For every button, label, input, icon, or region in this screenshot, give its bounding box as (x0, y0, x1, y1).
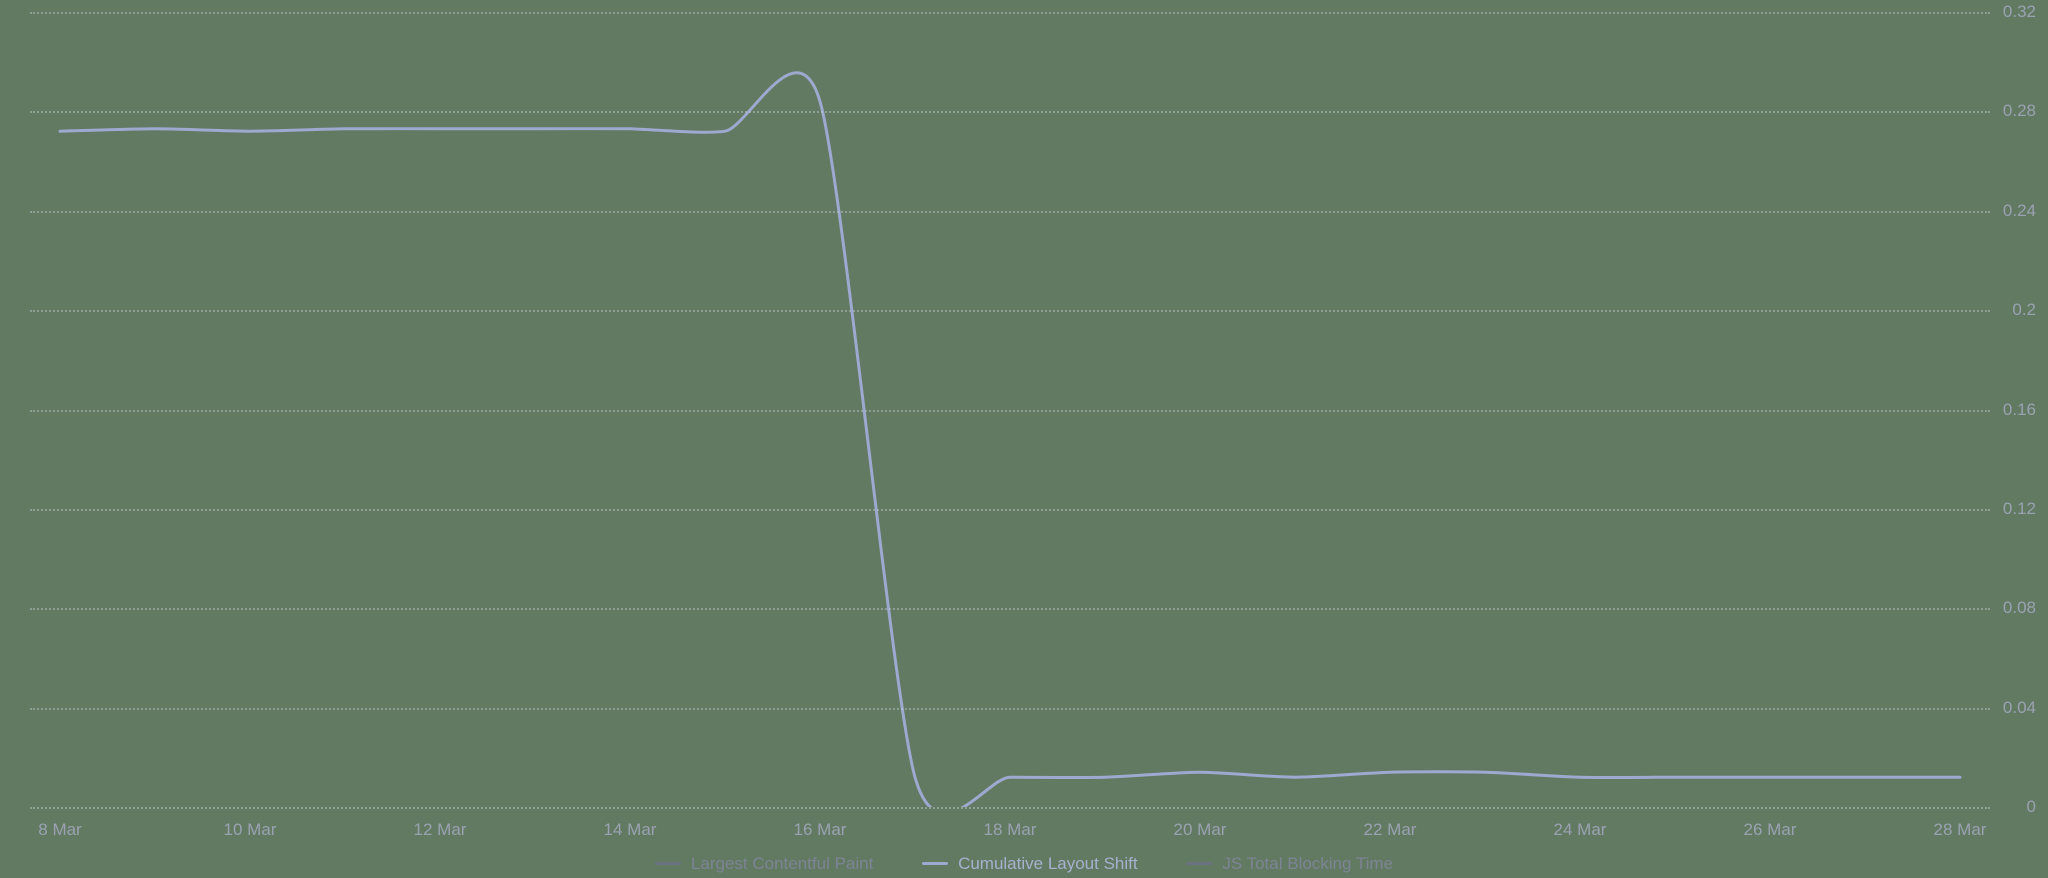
plot-area (30, 12, 1990, 807)
legend-item-lcp[interactable]: Largest Contentful Paint (655, 854, 873, 874)
gridline (30, 708, 1990, 710)
y-tick-label: 0.08 (1976, 598, 2036, 618)
y-tick-label: 0.04 (1976, 698, 2036, 718)
gridline (30, 608, 1990, 610)
series-cumulative-layout-shift (60, 73, 1960, 807)
gridline (30, 310, 1990, 312)
x-tick-label: 14 Mar (604, 820, 657, 840)
legend-swatch-lcp (655, 862, 681, 865)
x-tick-label: 26 Mar (1744, 820, 1797, 840)
gridline (30, 410, 1990, 412)
y-tick-label: 0.32 (1976, 2, 2036, 22)
legend-swatch-tbt (1186, 862, 1212, 865)
x-tick-label: 24 Mar (1554, 820, 1607, 840)
legend-label-cls: Cumulative Layout Shift (958, 854, 1138, 874)
y-tick-label: 0.24 (1976, 201, 2036, 221)
legend: Largest Contentful Paint Cumulative Layo… (0, 850, 2048, 874)
y-tick-label: 0.12 (1976, 499, 2036, 519)
gridline (30, 807, 1990, 809)
y-tick-label: 0.2 (1976, 300, 2036, 320)
x-tick-label: 16 Mar (794, 820, 847, 840)
y-tick-label: 0 (1976, 797, 2036, 817)
gridline (30, 509, 1990, 511)
gridline (30, 211, 1990, 213)
x-tick-label: 8 Mar (38, 820, 81, 840)
y-tick-label: 0.28 (1976, 101, 2036, 121)
chart: Largest Contentful Paint Cumulative Layo… (0, 0, 2048, 878)
x-tick-label: 22 Mar (1364, 820, 1417, 840)
legend-item-cls[interactable]: Cumulative Layout Shift (922, 854, 1138, 874)
gridline (30, 111, 1990, 113)
gridline (30, 12, 1990, 14)
legend-swatch-cls (922, 862, 948, 865)
x-tick-label: 18 Mar (984, 820, 1037, 840)
x-tick-label: 12 Mar (414, 820, 467, 840)
x-tick-label: 10 Mar (224, 820, 277, 840)
y-tick-label: 0.16 (1976, 400, 2036, 420)
x-tick-label: 20 Mar (1174, 820, 1227, 840)
legend-label-tbt: JS Total Blocking Time (1222, 854, 1393, 874)
x-tick-label: 28 Mar (1934, 820, 1987, 840)
legend-label-lcp: Largest Contentful Paint (691, 854, 873, 874)
legend-item-tbt[interactable]: JS Total Blocking Time (1186, 854, 1393, 874)
